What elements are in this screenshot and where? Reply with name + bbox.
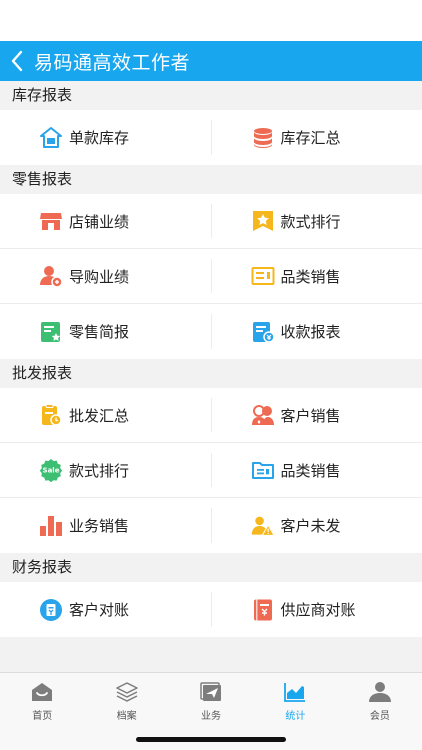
grid-row: 批发汇总 客户销售 [0,388,422,443]
tab-label: 首页 [32,711,53,722]
tab-label: 业务 [201,711,222,722]
paper-plane-icon [199,681,223,703]
report-item-label: 收款报表 [280,323,341,341]
tab-label: 会员 [369,711,390,722]
section-title: 库存报表 [0,81,422,110]
svg-text:Sale: Sale [43,467,60,475]
report-item-label: 单款库存 [69,129,130,147]
report-item-stock-summary[interactable]: 库存汇总 [210,110,422,165]
grid-row: Sale 款式排行 品类销售 [0,443,422,498]
report-item-style-ranking-wholesale[interactable]: Sale 款式排行 [0,443,211,497]
member-icon [368,681,392,703]
report-item-label: 批发汇总 [69,406,130,425]
report-item-retail-brief[interactable]: 零售简报 [0,304,211,359]
report-item-label: 店铺业绩 [69,212,130,231]
app-header: 易码通高效工作者 [0,41,422,81]
tab-label: 统计 [285,711,306,722]
sale-badge-icon: Sale [39,458,63,482]
report-item-label: 客户对账 [69,601,130,619]
user-badge-icon [39,264,63,288]
report-item-category-sales[interactable]: 品类销售 [210,249,422,303]
folder-list-icon [251,458,275,482]
grid-row: 零售简报 收款报表 [0,304,422,359]
payment-report-icon [251,320,275,344]
tab-label: 档案 [116,711,137,722]
ledger-circle-icon [39,598,63,622]
layers-icon [115,681,139,703]
report-item-supplier-reconciliation[interactable]: 供应商对账 [210,582,422,637]
status-bar [0,0,422,41]
report-item-label: 客户未发 [280,517,341,535]
star-report-icon [39,320,63,344]
report-grid-retail: 店铺业绩 款式排行 导购业绩 品类销售 零售简报 收款报表 [0,194,422,359]
section-title: 零售报表 [0,165,422,194]
home-icon [30,681,54,703]
user-warning-icon [251,514,275,538]
report-item-customer-unshipped[interactable]: 客户未发 [210,498,422,553]
grid-row: 业务销售 客户未发 [0,498,422,553]
report-item-business-sales[interactable]: 业务销售 [0,498,211,553]
report-item-label: 客户销售 [280,406,341,425]
report-item-label: 业务销售 [69,517,130,535]
grid-row: 导购业绩 品类销售 [0,249,422,304]
category-list-icon [251,264,275,288]
clipboard-clock-icon [39,403,63,427]
report-grid-inventory: 单款库存 库存汇总 [0,110,422,165]
section-title: 批发报表 [0,359,422,388]
report-item-label: 供应商对账 [280,601,356,619]
report-item-label: 零售简报 [69,323,130,341]
report-item-label: 款式排行 [280,212,341,231]
back-button[interactable] [0,41,34,81]
report-item-payment-report[interactable]: 收款报表 [210,304,422,359]
tab-member[interactable]: 会员 [338,673,422,750]
report-grid-wholesale: 批发汇总 客户销售 Sale 款式排行 品类销售 业务销售 客户未发 [0,388,422,553]
report-item-label: 库存汇总 [280,129,341,147]
report-item-label: 品类销售 [280,461,341,480]
bar-chart-icon [39,514,63,538]
report-item-category-sales-wholesale[interactable]: 品类销售 [210,443,422,497]
section-title: 财务报表 [0,553,422,582]
report-item-customer-reconciliation[interactable]: 客户对账 [0,582,211,637]
storefront-icon [39,209,63,233]
tab-home[interactable]: 首页 [0,673,84,750]
grid-row: 单款库存 库存汇总 [0,110,422,165]
area-chart-icon [283,681,307,703]
report-item-style-ranking[interactable]: 款式排行 [210,194,422,248]
report-item-single-stock[interactable]: 单款库存 [0,110,211,165]
page-title: 易码通高效工作者 [34,51,191,74]
report-grid-finance: 客户对账 供应商对账 [0,582,422,637]
grid-row: 店铺业绩 款式排行 [0,194,422,249]
house-box-icon [39,126,63,150]
report-item-wholesale-summary[interactable]: 批发汇总 [0,388,211,442]
report-item-label: 导购业绩 [69,267,130,286]
star-bookmark-icon [251,209,275,233]
report-item-customer-sales[interactable]: 客户销售 [210,388,422,442]
home-indicator [136,737,286,742]
report-item-label: 款式排行 [69,461,130,480]
ledger-book-icon [251,598,275,622]
database-stack-icon [251,126,275,150]
grid-row: 客户对账 供应商对账 [0,582,422,637]
report-item-guide-performance[interactable]: 导购业绩 [0,249,211,303]
customers-icon [251,403,275,427]
report-item-label: 品类销售 [280,267,341,286]
chevron-left-icon [11,50,23,72]
report-item-store-performance[interactable]: 店铺业绩 [0,194,211,248]
